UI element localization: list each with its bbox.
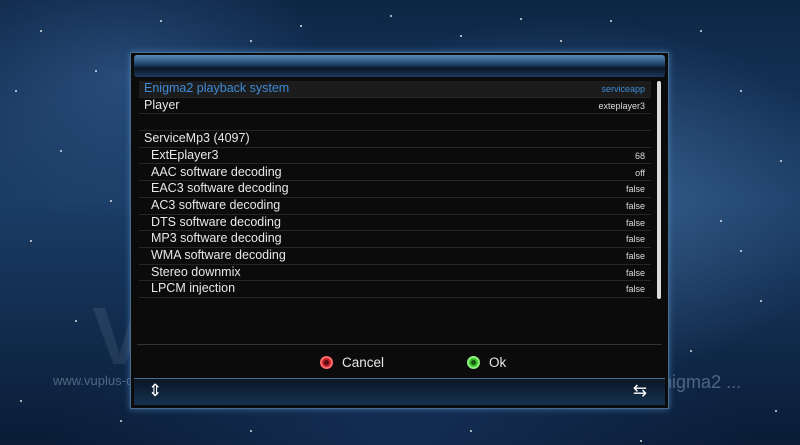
- setting-value: 68: [634, 150, 645, 161]
- cancel-label: Cancel: [342, 354, 385, 370]
- green-key-icon: [467, 355, 480, 369]
- setting-label: ExtEplayer3: [151, 147, 219, 162]
- setting-label: LPCM injection: [151, 281, 236, 296]
- settings-row[interactable]: ExtEplayer3 68: [139, 148, 651, 165]
- settings-row[interactable]: WMA software decoding false: [139, 248, 651, 265]
- setting-label: DTS software decoding: [151, 214, 281, 229]
- setting-value: false: [625, 234, 645, 245]
- settings-row[interactable]: MP3 software decoding false: [139, 231, 651, 248]
- setting-value: false: [625, 217, 645, 228]
- red-key-icon: [320, 355, 333, 369]
- setting-label: WMA software decoding: [151, 248, 286, 262]
- settings-row[interactable]: LPCM injection false: [139, 281, 651, 299]
- settings-row[interactable]: DTS software decoding false: [139, 215, 651, 232]
- window-title-bar: [134, 55, 665, 77]
- swap-arrows-icon[interactable]: ⇆: [633, 381, 647, 401]
- setting-label: EAC3 software decoding: [151, 181, 289, 196]
- setting-value: exteplayer3: [598, 100, 645, 111]
- settings-window: Enigma2 playback system serviceapp Player e…: [130, 52, 669, 409]
- settings-row[interactable]: Enigma2 playback system serviceapp: [139, 81, 651, 98]
- settings-list[interactable]: Enigma2 playback system serviceapp Player e…: [139, 81, 651, 331]
- setting-label: Stereo downmix: [151, 264, 241, 279]
- setting-label: MP3 software decoding: [151, 231, 282, 246]
- setting-label: Player: [144, 97, 180, 112]
- cancel-button[interactable]: Cancel: [320, 352, 384, 372]
- setting-value: false: [625, 200, 645, 211]
- divider: [137, 344, 662, 345]
- up-down-arrows-icon[interactable]: ⇕: [148, 381, 162, 401]
- setting-label: ServiceMp3 (4097): [144, 131, 250, 146]
- setting-value: off: [635, 167, 645, 178]
- settings-row[interactable]: Player exteplayer3: [139, 98, 651, 115]
- settings-row[interactable]: EAC3 software decoding false: [139, 181, 651, 198]
- setting-label: Enigma2 playback system: [144, 81, 290, 95]
- setting-label: AAC software decoding: [151, 164, 282, 179]
- setting-label: AC3 software decoding: [151, 197, 281, 212]
- ok-button[interactable]: Ok: [467, 352, 506, 372]
- settings-row[interactable]: ServiceMp3 (4097): [139, 131, 651, 148]
- settings-row[interactable]: [139, 114, 651, 132]
- setting-value: false: [625, 184, 645, 195]
- setting-value: false: [625, 284, 645, 295]
- setting-value: false: [625, 251, 645, 261]
- setting-value: serviceapp: [601, 84, 645, 94]
- ok-label: Ok: [489, 354, 507, 370]
- settings-row[interactable]: AAC software decoding off: [139, 165, 651, 182]
- setting-value: false: [625, 267, 645, 278]
- settings-row[interactable]: Stereo downmix false: [139, 265, 651, 282]
- bottom-navigation-bar: ⇕ ⇆: [134, 378, 665, 405]
- scrollbar[interactable]: [657, 81, 661, 299]
- settings-row[interactable]: AC3 software decoding false: [139, 198, 651, 215]
